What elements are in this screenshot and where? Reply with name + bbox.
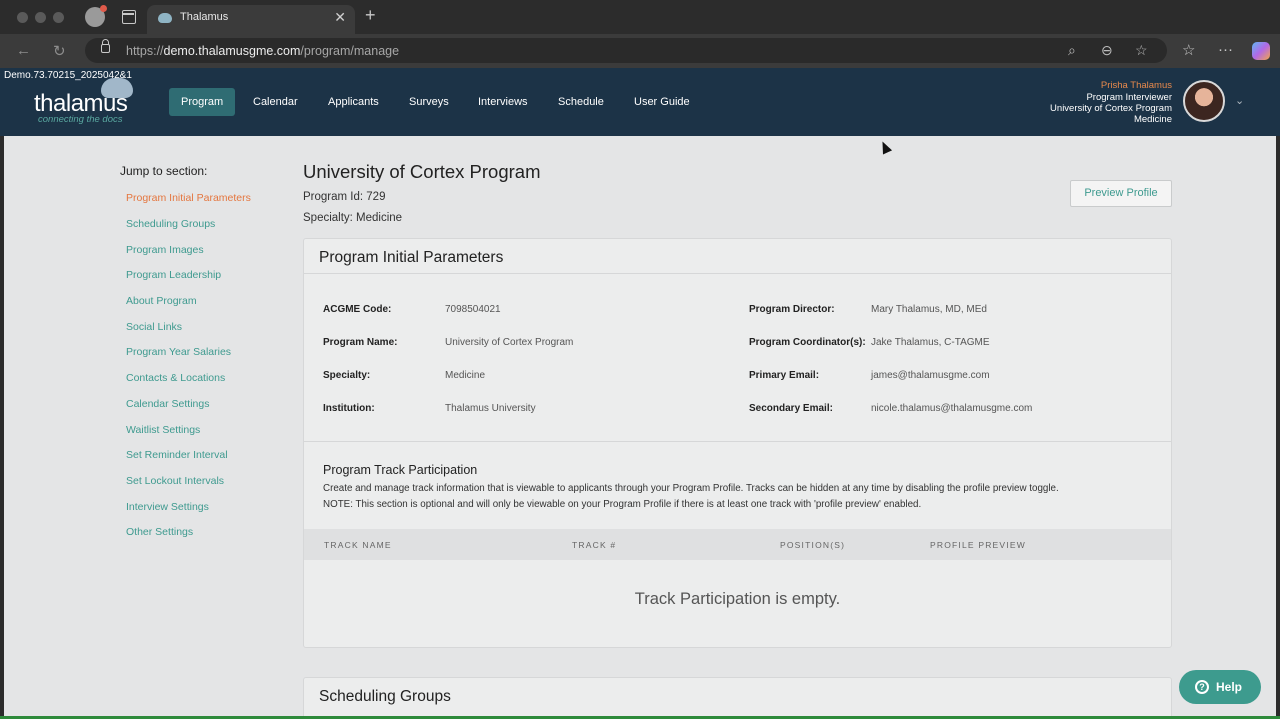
specialty-value: Medicine [445, 370, 486, 381]
nav-program[interactable]: Program [169, 88, 236, 116]
page-title: University of Cortex Program [303, 161, 541, 182]
tab-title: Thalamus [180, 11, 229, 23]
jump-link-program-leadership[interactable]: Program Leadership [126, 269, 221, 281]
specialty-label: Specialty: [323, 370, 371, 381]
jump-link-set-reminder-interval[interactable]: Set Reminder Interval [126, 449, 228, 461]
reload-icon[interactable]: ↻ [53, 42, 66, 60]
jump-link-waitlist-settings[interactable]: Waitlist Settings [126, 424, 200, 436]
track-table-header: TRACK NAME TRACK # POSITION(S) PROFILE P… [304, 529, 1171, 560]
favorite-star-icon[interactable]: ☆ [1135, 42, 1148, 59]
section-title: Program Initial Parameters [319, 249, 504, 266]
jump-link-scheduling-groups[interactable]: Scheduling Groups [126, 218, 215, 230]
page-content: Jump to section: Program Initial Paramet… [4, 136, 1276, 719]
program-director-value: Mary Thalamus, MD, MEd [871, 304, 987, 315]
jump-link-calendar-settings[interactable]: Calendar Settings [126, 398, 209, 410]
jump-link-program-images[interactable]: Program Images [126, 244, 204, 256]
address-toolbar: ← ↻ https://demo.thalamusgme.com/program… [0, 34, 1280, 68]
app-header: Demo.73.70215_2025042&1 thalamus connect… [0, 68, 1280, 136]
divider [304, 273, 1171, 274]
program-id: Program Id: 729 [303, 191, 386, 203]
institution-label: Institution: [323, 403, 375, 414]
program-director-label: Program Director: [749, 304, 835, 315]
nav-interviews[interactable]: Interviews [466, 88, 540, 116]
primary-email-label: Primary Email: [749, 370, 820, 381]
minimize-window-button[interactable] [35, 12, 46, 23]
jump-link-set-lockout-intervals[interactable]: Set Lockout Intervals [126, 475, 224, 487]
brain-favicon-icon [158, 13, 172, 23]
user-role: Program Interviewer [1086, 92, 1172, 103]
close-tab-icon[interactable]: ✕ [334, 9, 346, 26]
jump-link-contacts-locations[interactable]: Contacts & Locations [126, 372, 225, 384]
nav-surveys[interactable]: Surveys [397, 88, 461, 116]
tab-actions-icon[interactable] [122, 10, 136, 24]
program-name-value: University of Cortex Program [445, 337, 574, 348]
question-icon: ? [1195, 680, 1209, 694]
user-program: University of Cortex Program [1050, 103, 1172, 114]
track-participation-title: Program Track Participation [323, 463, 478, 477]
empty-state-message: Track Participation is empty. [634, 590, 841, 608]
logo-tagline: connecting the docs [38, 114, 123, 125]
nav-user-guide[interactable]: User Guide [622, 88, 702, 116]
lock-icon [101, 39, 110, 53]
address-bar[interactable]: https://demo.thalamusgme.com/program/man… [85, 38, 1167, 63]
jump-link-interview-settings[interactable]: Interview Settings [126, 501, 209, 513]
program-coordinator-value: Jake Thalamus, C-TAGME [871, 337, 990, 348]
scheduling-groups-card: Scheduling Groups [303, 677, 1172, 719]
user-specialty: Medicine [1133, 114, 1172, 125]
preview-profile-button[interactable]: Preview Profile [1070, 180, 1172, 207]
zoom-icon[interactable]: ⌕ [1068, 42, 1076, 59]
tracking-prevention-icon[interactable]: ⊖ [1101, 42, 1113, 59]
section-title: Scheduling Groups [319, 688, 451, 705]
column-track-number: TRACK # [572, 540, 617, 550]
jump-link-about-program[interactable]: About Program [126, 295, 197, 307]
browser-tab-bar: Thalamus ✕ + [0, 0, 1280, 34]
browser-profile-icon[interactable] [85, 5, 107, 27]
new-tab-icon[interactable]: + [365, 5, 376, 26]
column-profile-preview: PROFILE PREVIEW [930, 540, 1026, 550]
divider [304, 441, 1171, 442]
user-name: Prisha Thalamus [1100, 80, 1172, 91]
track-note: NOTE: This section is optional and will … [323, 499, 922, 510]
secondary-email-value[interactable]: nicole.thalamus@thalamusgme.com [871, 403, 1032, 414]
jump-link-program-initial-parameters[interactable]: Program Initial Parameters [126, 192, 251, 204]
back-icon[interactable]: ← [16, 42, 31, 59]
help-label: Help [1216, 680, 1243, 694]
institution-value: Thalamus University [445, 403, 536, 414]
nav-schedule[interactable]: Schedule [546, 88, 616, 116]
column-track-name: TRACK NAME [324, 540, 392, 550]
acgme-code-label: ACGME Code: [323, 304, 392, 315]
secondary-email-label: Secondary Email: [749, 403, 833, 414]
program-name-label: Program Name: [323, 337, 398, 348]
jump-to-section-title: Jump to section: [120, 164, 208, 178]
primary-email-value[interactable]: james@thalamusgme.com [871, 370, 990, 381]
track-description: Create and manage track information that… [323, 483, 1059, 494]
help-button[interactable]: ? Help [1179, 670, 1261, 704]
more-menu-icon[interactable]: ··· [1218, 41, 1233, 58]
browser-tab[interactable]: Thalamus ✕ [147, 5, 355, 34]
column-positions: POSITION(S) [780, 540, 846, 550]
copilot-icon[interactable] [1252, 42, 1270, 60]
acgme-code-value: 7098504021 [445, 304, 501, 315]
nav-applicants[interactable]: Applicants [316, 88, 391, 116]
jump-link-social-links[interactable]: Social Links [126, 321, 182, 333]
nav-calendar[interactable]: Calendar [241, 88, 310, 116]
program-initial-parameters-card: Program Initial Parameters ACGME Code: 7… [303, 238, 1172, 648]
program-specialty: Specialty: Medicine [303, 212, 403, 224]
jump-link-other-settings[interactable]: Other Settings [126, 526, 193, 538]
program-coordinator-label: Program Coordinator(s): [749, 337, 866, 348]
jump-link-program-year-salaries[interactable]: Program Year Salaries [126, 346, 231, 358]
avatar[interactable] [1183, 80, 1225, 122]
chevron-down-icon[interactable]: ⌄ [1235, 94, 1244, 107]
url-text[interactable]: https://demo.thalamusgme.com/program/man… [126, 44, 399, 58]
maximize-window-button[interactable] [53, 12, 64, 23]
favorites-icon[interactable]: ☆ [1182, 41, 1195, 59]
close-window-button[interactable] [17, 12, 28, 23]
